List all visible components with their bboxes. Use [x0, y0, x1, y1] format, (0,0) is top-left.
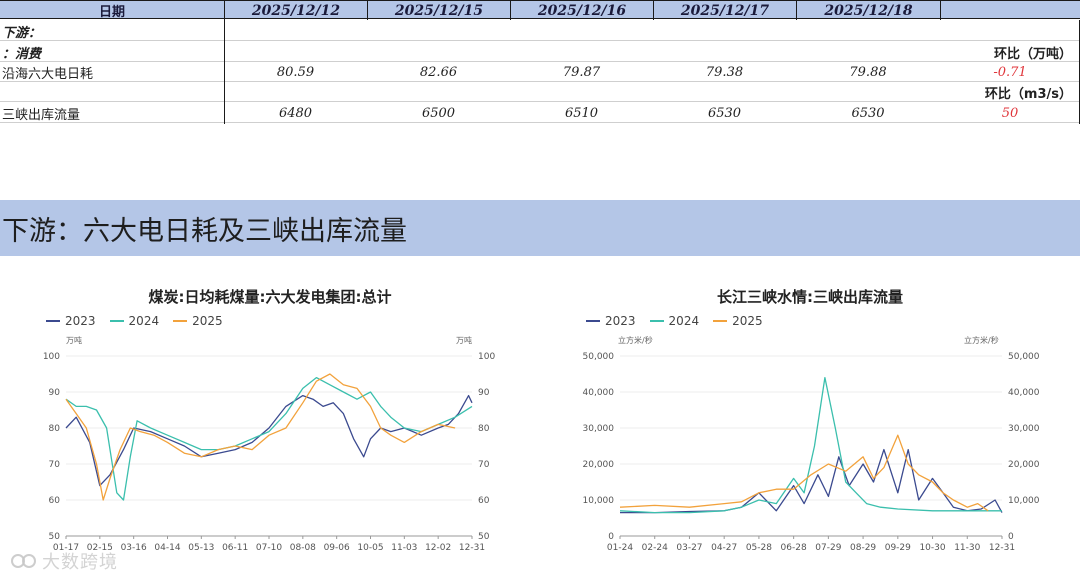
table-cell: 6530 — [707, 106, 742, 121]
y-tick-label: 40,000 — [583, 388, 615, 398]
table-cell: 80.59 — [276, 65, 315, 80]
y-tick-label-right: 20,000 — [1008, 460, 1040, 470]
three-gorges-outflow-chart: 长江三峡水情:三峡出库流量 2023 2024 2025 立方米/秒 立方米/秒… — [540, 270, 1080, 570]
y-tick-label: 20,000 — [583, 460, 615, 470]
table-row: 沿海六大电日耗 80.59 82.66 79.87 79.38 79.88 -0… — [0, 63, 1080, 82]
table-cell: 6480 — [278, 106, 313, 121]
table-row: 环比（m3/s） — [0, 83, 1080, 102]
x-tick-label: 10-30 — [919, 543, 945, 553]
y-tick-label-right: 0 — [1008, 532, 1014, 542]
x-tick-label: 07-29 — [815, 543, 841, 553]
table-row: 三峡出库流量 6480 6500 6510 6530 6530 50 — [0, 104, 1080, 123]
section-banner: 下游：六大电日耗及三峡出库流量 — [0, 200, 1080, 256]
x-tick-label: 06-11 — [222, 543, 248, 553]
y-tick-label: 90 — [49, 388, 61, 398]
table-row: 下游： — [0, 22, 1080, 41]
change-column-header — [940, 1, 1080, 20]
x-tick-label: 08-29 — [850, 543, 876, 553]
table-cell: 6500 — [421, 106, 456, 121]
x-tick-label: 05-13 — [188, 543, 214, 553]
row-label: 沿海六大电日耗 — [2, 67, 94, 82]
y-tick-label: 10,000 — [583, 496, 615, 506]
sub-section-label: ：消费 — [2, 47, 42, 62]
table-cell: 6510 — [564, 106, 599, 121]
change-value: 50 — [1001, 106, 1019, 121]
table-cell: 82.66 — [419, 65, 458, 80]
series-line-2025[interactable] — [619, 434, 989, 512]
date-column-header: 2025/12/15 — [367, 1, 510, 20]
x-tick-label: 02-24 — [642, 543, 668, 553]
table-cell: 6530 — [851, 106, 885, 121]
section-label: 下游： — [2, 26, 42, 41]
y-tick-label-right: 40,000 — [1008, 388, 1040, 398]
y-tick-label-right: 50 — [478, 532, 490, 542]
date-column-header: 2025/12/17 — [653, 1, 796, 20]
table-cell: 79.38 — [705, 65, 744, 80]
chart-plot: 100 10090 9080 8070 7060 6050 5001-17 02-15 03-1… — [43, 352, 496, 553]
watermark: 大数跨境 — [10, 548, 118, 574]
watermark-text: 大数跨境 — [42, 552, 118, 573]
unit-label: 环比（m3/s） — [984, 87, 1072, 102]
series-line-2024[interactable] — [619, 376, 1002, 514]
y-tick-label: 100 — [43, 352, 60, 362]
y-tick-label: 60 — [49, 496, 61, 506]
x-tick-label: 12-02 — [425, 543, 451, 553]
x-tick-label: 08-08 — [290, 543, 316, 553]
x-tick-label: 09-29 — [885, 543, 911, 553]
series-line-2025[interactable] — [65, 373, 456, 501]
x-tick-label: 03-16 — [121, 543, 147, 553]
x-tick-label: 01-24 — [607, 543, 633, 553]
date-column-header: 2025/12/18 — [796, 1, 940, 20]
y-tick-label: 50,000 — [583, 352, 615, 362]
unit-label: 环比（万吨） — [993, 47, 1072, 62]
date-column-header: 2025/12/12 — [224, 1, 367, 20]
table-header-row: 日期 2025/12/12 2025/12/15 2025/12/16 2025… — [0, 0, 1080, 20]
date-column-header: 2025/12/16 — [510, 1, 653, 20]
y-tick-label: 30,000 — [583, 424, 615, 434]
table-cell: 79.88 — [849, 65, 887, 80]
x-tick-label: 07-10 — [256, 543, 282, 553]
y-tick-label-right: 80 — [478, 424, 490, 434]
change-value: -0.71 — [993, 65, 1027, 80]
y-tick-label-right: 90 — [478, 388, 490, 398]
column-divider — [224, 20, 225, 124]
x-tick-label: 04-14 — [154, 543, 180, 553]
table-cell: 79.87 — [562, 65, 601, 80]
x-tick-label: 05-28 — [746, 543, 772, 553]
series-line-2023[interactable] — [65, 394, 473, 487]
coal-consumption-chart: 煤炭:日均耗煤量:六大发电集团:总计 2023 2024 2025 万吨 万吨 … — [0, 270, 540, 570]
row-label: 三峡出库流量 — [2, 108, 81, 123]
y-tick-label: 0 — [608, 532, 614, 542]
y-tick-label: 80 — [49, 424, 61, 434]
y-tick-label-right: 50,000 — [1008, 352, 1040, 362]
x-tick-label: 10-05 — [357, 543, 383, 553]
x-tick-label: 06-28 — [781, 543, 807, 553]
x-tick-label: 12-31 — [989, 543, 1015, 553]
x-tick-label: 09-06 — [324, 543, 350, 553]
y-tick-label-right: 30,000 — [1008, 424, 1040, 434]
x-tick-label: 04-27 — [711, 543, 737, 553]
y-tick-label-right: 70 — [478, 460, 490, 470]
y-tick-label-right: 100 — [478, 352, 495, 362]
table-row: ：消费 环比（万吨） — [0, 43, 1080, 62]
date-header-label: 日期 — [98, 5, 125, 20]
chart-plot: 50,000 50,000 40,000 40,000 30,000 30,000 20,0… — [583, 352, 1040, 553]
y-tick-label-right: 10,000 — [1008, 496, 1040, 506]
y-tick-label: 50 — [49, 532, 61, 542]
logo-icon — [11, 554, 36, 568]
x-tick-label: 11-30 — [954, 543, 980, 553]
y-tick-label-right: 60 — [478, 496, 490, 506]
x-tick-label: 12-31 — [459, 543, 485, 553]
y-tick-label: 70 — [49, 460, 61, 470]
x-tick-label: 03-27 — [676, 543, 702, 553]
x-tick-label: 11-03 — [391, 543, 417, 553]
